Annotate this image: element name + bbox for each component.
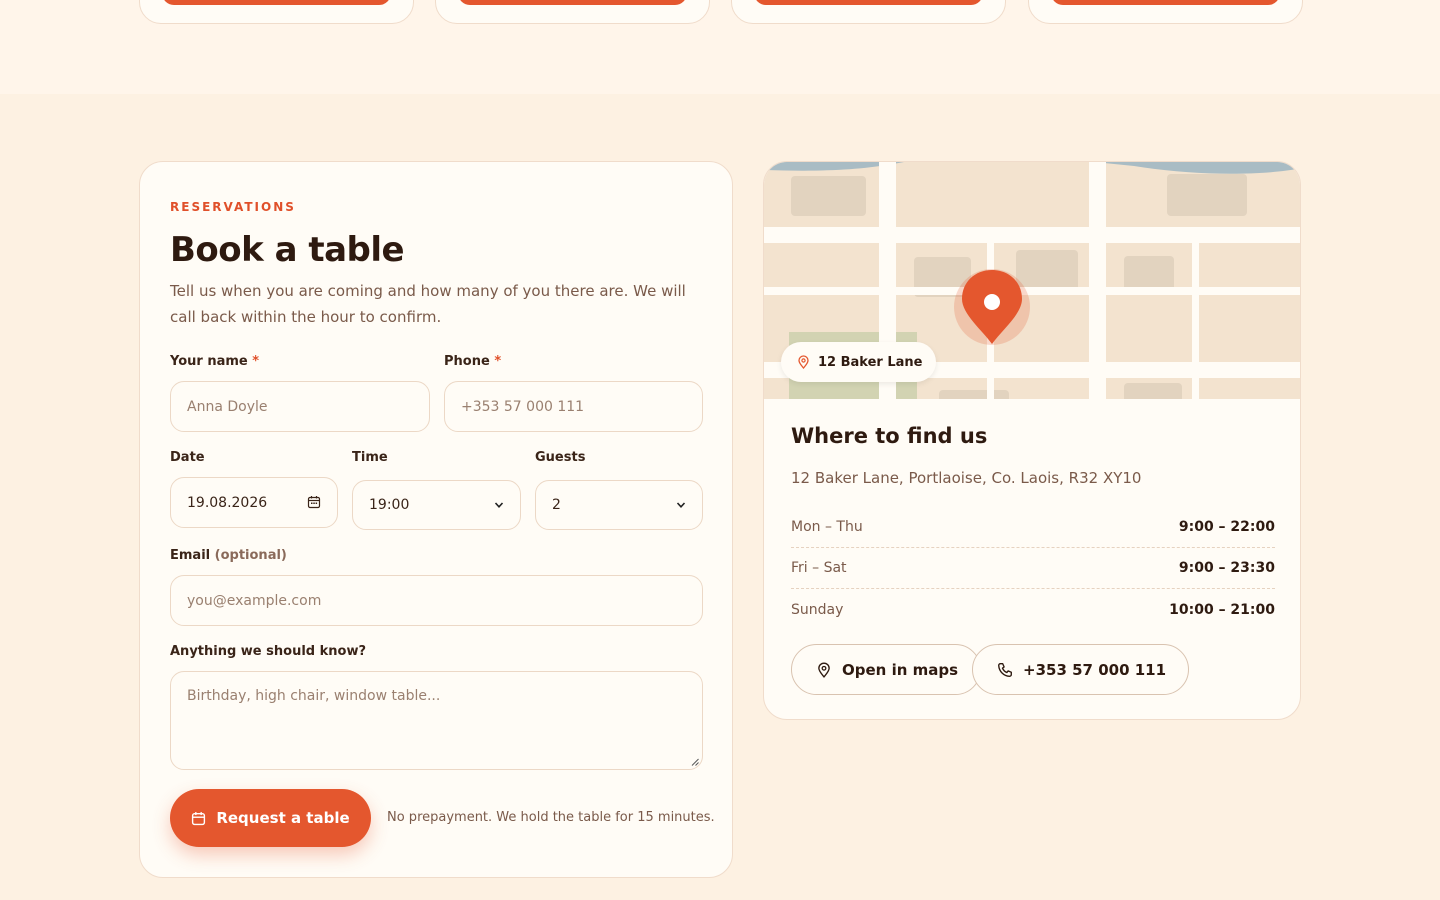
open-in-maps-label: Open in maps [842, 660, 959, 679]
name-label: Your name * [170, 354, 260, 369]
optional-mark: (optional) [214, 548, 287, 563]
notes-textarea[interactable]: Birthday, high chair, window table... [170, 671, 703, 770]
time-select[interactable]: 19:00 [352, 480, 521, 530]
time-value: 19:00 [369, 497, 410, 513]
location-title: Where to find us [791, 424, 988, 448]
date-input[interactable]: 19.08.2026 [170, 477, 338, 528]
chevron-down-icon [676, 502, 686, 508]
card-cta-button[interactable] [162, 0, 391, 5]
hours-time: 9:00 – 22:00 [1178, 519, 1275, 535]
booking-intro: Tell us when you are coming and how many… [170, 282, 686, 326]
location-card: 12 Baker Lane Where to find us 12 Baker … [763, 161, 1301, 720]
call-phone-button[interactable]: +353 57 000 111 [972, 644, 1190, 695]
notes-placeholder: Birthday, high chair, window table... [187, 688, 441, 704]
name-input[interactable]: Anna Doyle [170, 381, 430, 432]
guests-value: 2 [552, 497, 561, 513]
hours-row: Fri – Sat 9:00 – 23:30 [791, 548, 1275, 589]
map-pin-icon [798, 355, 809, 369]
top-card [435, 0, 710, 24]
booking-title: Book a table [170, 230, 405, 270]
resize-handle-icon[interactable] [691, 758, 699, 766]
phone-button-label: +353 57 000 111 [1023, 660, 1167, 679]
opening-hours: Mon – Thu 9:00 – 22:00 Fri – Sat 9:00 – … [791, 507, 1275, 630]
top-card [731, 0, 1006, 24]
open-in-maps-button[interactable]: Open in maps [791, 644, 982, 695]
calendar-icon[interactable] [307, 495, 321, 509]
phone-icon [998, 662, 1012, 677]
map-pin-icon [818, 661, 830, 678]
location-address: 12 Baker Lane, Portlaoise, Co. Laois, R3… [791, 469, 1142, 487]
notes-label: Anything we should know? [170, 644, 367, 659]
hours-day: Sunday [791, 601, 844, 618]
hours-time: 9:00 – 23:30 [1178, 560, 1275, 576]
guests-label: Guests [535, 450, 586, 465]
phone-input[interactable]: +353 57 000 111 [444, 381, 703, 432]
hours-time: 10:00 – 21:00 [1169, 601, 1275, 618]
date-label: Date [170, 450, 205, 465]
required-mark: * [494, 354, 502, 369]
email-input[interactable]: you@example.com [170, 575, 703, 626]
card-cta-button[interactable] [1051, 0, 1280, 5]
section-eyebrow: RESERVATIONS [170, 200, 296, 214]
hours-day: Fri – Sat [791, 560, 847, 576]
hours-day: Mon – Thu [791, 519, 863, 535]
chevron-down-icon [494, 502, 504, 508]
hours-row: Mon – Thu 9:00 – 22:00 [791, 507, 1275, 548]
map-chip-label: 12 Baker Lane [818, 354, 923, 370]
calendar-icon [192, 811, 206, 825]
hours-row: Sunday 10:00 – 21:00 [791, 589, 1275, 630]
card-cta-button[interactable] [458, 0, 687, 5]
prepayment-note: No prepayment. We hold the table for 15 … [387, 810, 715, 825]
top-card [139, 0, 414, 24]
top-band [0, 0, 1440, 94]
guests-select[interactable]: 2 [535, 480, 703, 530]
booking-card: RESERVATIONS Book a table Tell us when y… [139, 161, 733, 878]
top-card [1028, 0, 1303, 24]
time-label: Time [352, 450, 388, 465]
required-mark: * [252, 354, 260, 369]
email-label: Email (optional) [170, 548, 287, 563]
request-table-label: Request a table [216, 809, 350, 827]
request-table-button[interactable]: Request a table [170, 789, 371, 847]
date-value: 19.08.2026 [187, 494, 268, 511]
phone-label: Phone * [444, 354, 502, 369]
map-address-chip: 12 Baker Lane [781, 342, 937, 382]
card-cta-button[interactable] [754, 0, 983, 5]
